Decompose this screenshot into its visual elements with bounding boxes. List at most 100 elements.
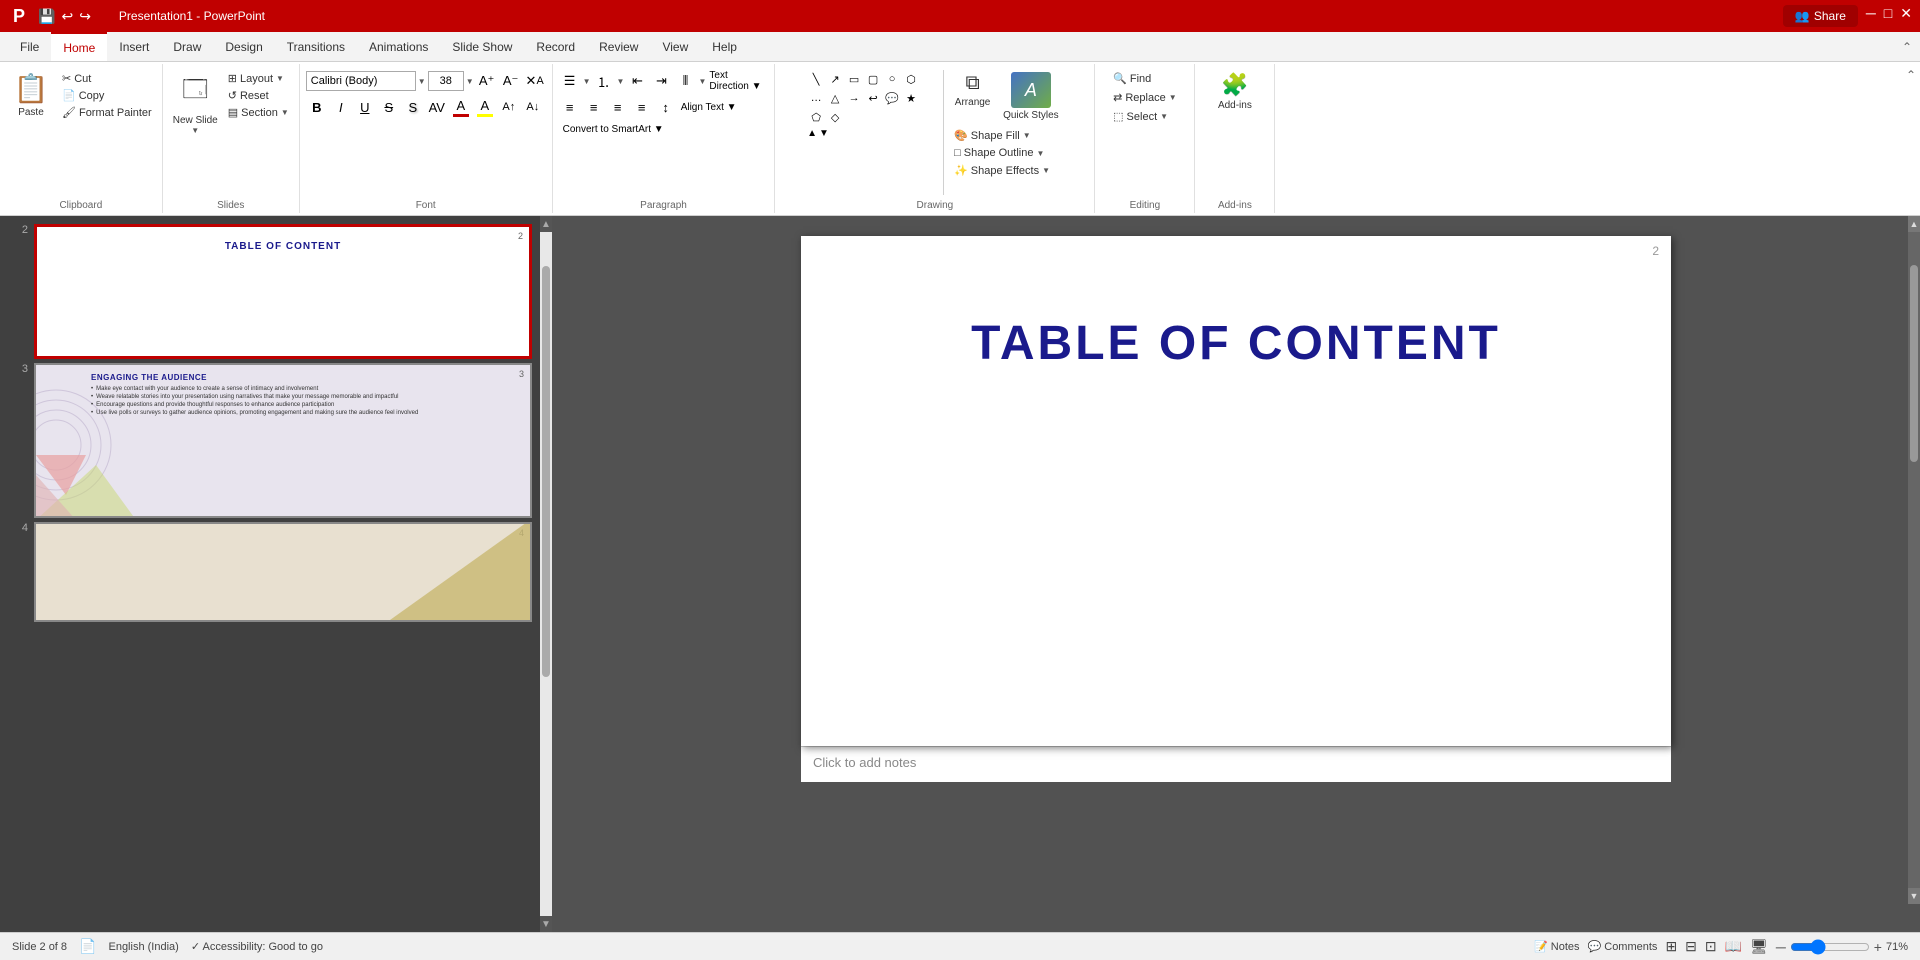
bold-button[interactable]: B: [306, 96, 328, 118]
bent-arrow-tool[interactable]: ↩: [864, 89, 882, 107]
tab-help[interactable]: Help: [700, 32, 749, 61]
align-text-button[interactable]: Align Text ▼: [679, 96, 739, 118]
line-tool[interactable]: ╲: [807, 70, 825, 88]
columns-button[interactable]: ⫴: [674, 70, 696, 92]
increase-indent-button[interactable]: ⇥: [650, 70, 672, 92]
align-left-button[interactable]: ≡: [559, 96, 581, 118]
reset-button[interactable]: ↺ Reset: [224, 87, 293, 104]
find-button[interactable]: 🔍 Find: [1109, 70, 1155, 87]
undo-icon[interactable]: ↩: [61, 8, 73, 25]
decrease-indent-button[interactable]: ⇤: [626, 70, 648, 92]
tab-file[interactable]: File: [8, 32, 51, 61]
shape-outline-button[interactable]: □ Shape Outline ▼: [950, 145, 1063, 161]
view-normal-button[interactable]: ⊞: [1665, 938, 1677, 955]
slide-thumbnail-2[interactable]: 2 TABLE OF CONTENT: [34, 224, 532, 359]
highlight-color-btn[interactable]: A: [474, 96, 496, 118]
layout-button[interactable]: ⊞ Layout ▼: [224, 70, 293, 87]
tab-animations[interactable]: Animations: [357, 32, 440, 61]
clear-format-button[interactable]: ✕A: [524, 70, 546, 92]
shape-tool-7[interactable]: ◇: [826, 108, 844, 126]
shapes-scroll-down[interactable]: ▼: [819, 128, 829, 139]
section-button[interactable]: ▤ Section ▼: [224, 104, 293, 121]
scrollbar-down-arrow[interactable]: ▼: [541, 916, 551, 932]
new-slide-button[interactable]: 🗔 New Slide ▼: [169, 70, 222, 137]
underline-button[interactable]: U: [354, 96, 376, 118]
comments-button[interactable]: 💬 Comments: [1588, 940, 1658, 953]
canvas-scroll-up[interactable]: ▲: [1908, 216, 1920, 232]
tab-view[interactable]: View: [650, 32, 700, 61]
ribbon-collapse-icon[interactable]: ⌃: [1902, 40, 1912, 54]
font-name-input[interactable]: [306, 71, 416, 91]
line-spacing-button[interactable]: ↕: [655, 96, 677, 118]
increase-font-button[interactable]: A⁺: [476, 70, 498, 92]
callout-tool[interactable]: 💬: [883, 89, 901, 107]
canvas-main-title[interactable]: TABLE OF CONTENT: [801, 236, 1671, 371]
close-icon[interactable]: ✕: [1900, 5, 1912, 27]
oval-tool[interactable]: ○: [883, 70, 901, 88]
align-right-button[interactable]: ≡: [607, 96, 629, 118]
numbering-button[interactable]: ⒈: [593, 70, 615, 92]
slide-thumbnail-4[interactable]: 4: [34, 522, 532, 622]
text-direction-button[interactable]: Text Direction ▼: [708, 70, 768, 92]
quick-styles-button[interactable]: A Quick Styles: [999, 70, 1063, 123]
view-presenter-button[interactable]: 🖥: [1750, 938, 1768, 955]
view-outline-button[interactable]: ⊟: [1685, 938, 1697, 955]
format-painter-button[interactable]: 🖌 Format Painter: [58, 104, 156, 121]
canvas-scrollbar-right[interactable]: ▲ ▼: [1908, 216, 1920, 904]
italic-button[interactable]: I: [330, 96, 352, 118]
numbering-arrow[interactable]: ▼: [617, 77, 625, 86]
copy-button[interactable]: 📄 Copy: [58, 87, 156, 104]
tab-slideshow[interactable]: Slide Show: [440, 32, 524, 61]
tab-draw[interactable]: Draw: [161, 32, 213, 61]
zoom-level[interactable]: 71%: [1886, 941, 1908, 953]
slide-canvas[interactable]: 2 TABLE OF CONTENT: [801, 236, 1671, 746]
tab-review[interactable]: Review: [587, 32, 650, 61]
font-size-down-btn[interactable]: A↓: [522, 96, 544, 118]
convert-smartart-button[interactable]: Convert to SmartArt ▼: [559, 122, 668, 137]
scrollbar-up-arrow[interactable]: ▲: [541, 216, 551, 232]
arrow-tool[interactable]: ↗: [826, 70, 844, 88]
char-spacing-button[interactable]: AV: [426, 96, 448, 118]
pentagon-tool[interactable]: ⬠: [807, 108, 825, 126]
view-slide-sorter-button[interactable]: ⊡: [1705, 938, 1717, 955]
paste-button[interactable]: 📋 Paste: [6, 70, 56, 120]
shape-effects-button[interactable]: ✨ Shape Effects ▼: [950, 162, 1063, 179]
ribbon-collapse-btn[interactable]: ⌃: [1902, 64, 1920, 213]
addins-button[interactable]: 🧩 Add-ins: [1214, 70, 1256, 113]
notes-button[interactable]: 📝 Notes: [1534, 940, 1579, 953]
zoom-out-button[interactable]: ─: [1776, 939, 1786, 955]
view-reading-button[interactable]: 📖: [1725, 938, 1742, 955]
more-shapes-tool[interactable]: …: [807, 89, 825, 107]
slide-panel-scrollbar[interactable]: ▲ ▼: [540, 216, 552, 932]
font-size-up-btn[interactable]: A↑: [498, 96, 520, 118]
redo-icon[interactable]: ↪: [79, 8, 91, 25]
columns-arrow[interactable]: ▼: [698, 77, 706, 86]
maximize-icon[interactable]: □: [1884, 5, 1892, 27]
tab-insert[interactable]: Insert: [107, 32, 161, 61]
tab-design[interactable]: Design: [213, 32, 274, 61]
tab-transitions[interactable]: Transitions: [275, 32, 357, 61]
right-arrow-tool[interactable]: →: [845, 89, 863, 107]
justify-button[interactable]: ≡: [631, 96, 653, 118]
canvas-scroll-down[interactable]: ▼: [1908, 888, 1920, 904]
rect-tool[interactable]: ▭: [845, 70, 863, 88]
slide-outline-icon[interactable]: 📄: [79, 938, 96, 955]
star-tool[interactable]: ★: [902, 89, 920, 107]
bullets-arrow[interactable]: ▼: [583, 77, 591, 86]
triangle-tool[interactable]: △: [826, 89, 844, 107]
zoom-in-button[interactable]: +: [1874, 939, 1882, 955]
rounded-rect-tool[interactable]: ▢: [864, 70, 882, 88]
minimize-icon[interactable]: ─: [1866, 5, 1876, 27]
decrease-font-button[interactable]: A⁻: [500, 70, 522, 92]
font-size-arrow[interactable]: ▼: [466, 77, 474, 86]
shape-fill-button[interactable]: 🎨 Shape Fill ▼: [950, 127, 1063, 144]
share-button[interactable]: 👥 Share: [1783, 5, 1858, 27]
select-button[interactable]: ⬚ Select ▼: [1109, 108, 1172, 125]
scrollbar-thumb[interactable]: [542, 266, 550, 676]
canvas-scrollbar-thumb[interactable]: [1910, 265, 1918, 462]
font-color-btn[interactable]: A: [450, 96, 472, 118]
shapes-scroll-up[interactable]: ▲: [807, 128, 817, 139]
accessibility-status[interactable]: ✓ Accessibility: Good to go: [191, 940, 323, 953]
slide-thumbnail-3[interactable]: 3 ENGAGING THE AUDIENCE • Make eye conta…: [34, 363, 532, 518]
zoom-slider[interactable]: [1790, 939, 1870, 955]
